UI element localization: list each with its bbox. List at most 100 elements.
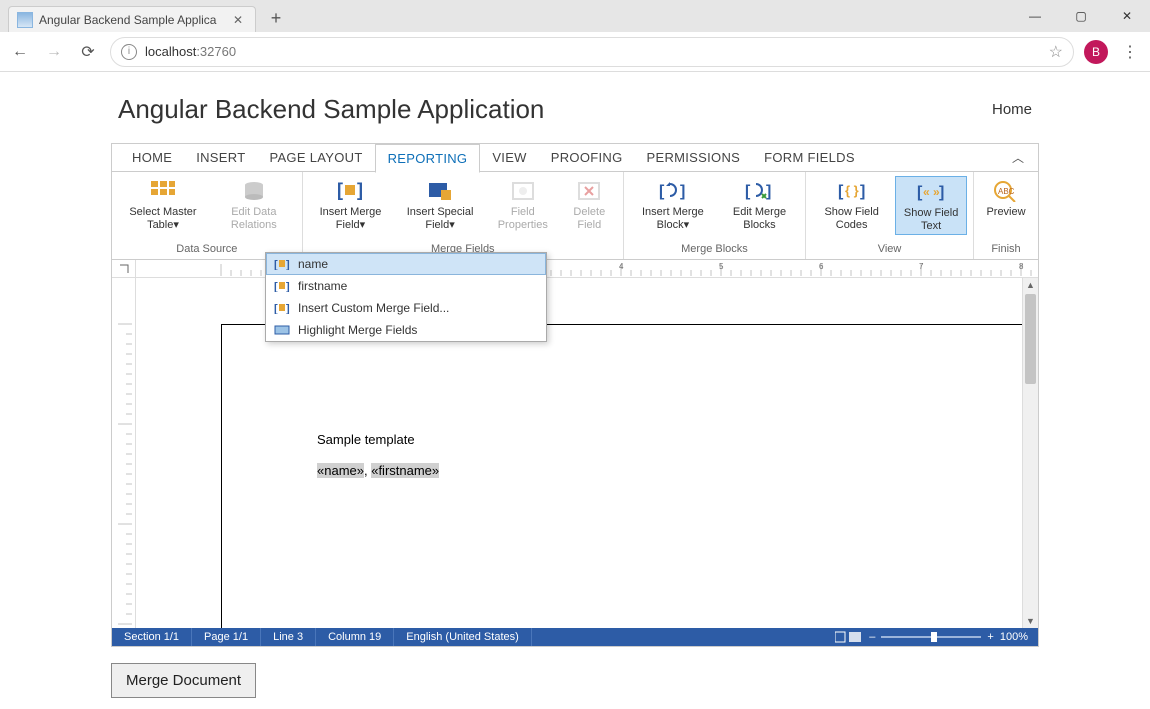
label: Insert Special Field▾ bbox=[400, 206, 480, 231]
layout-mode-icon[interactable] bbox=[835, 631, 863, 643]
ribbon-tab-page-layout[interactable]: PAGE LAYOUT bbox=[257, 144, 374, 171]
tab-favicon bbox=[17, 12, 33, 28]
svg-text:[: [ bbox=[659, 183, 665, 200]
label: Insert Custom Merge Field... bbox=[298, 301, 449, 315]
site-info-icon[interactable]: i bbox=[121, 44, 137, 60]
preview-button[interactable]: ABC Preview bbox=[980, 176, 1032, 221]
field-properties-button[interactable]: Field Properties bbox=[488, 176, 558, 233]
dropdown-item-name[interactable]: [] name bbox=[266, 253, 546, 275]
svg-text:[: [ bbox=[274, 281, 278, 292]
delete-field-button[interactable]: Delete Field bbox=[562, 176, 617, 233]
group-merge-blocks: [] Insert Merge Block▾ [] Edit Merge Blo… bbox=[624, 172, 806, 259]
profile-avatar[interactable]: B bbox=[1084, 40, 1108, 64]
status-language[interactable]: English (United States) bbox=[394, 628, 532, 646]
insert-merge-field-button[interactable]: [] Insert Merge Field▾ bbox=[309, 176, 393, 233]
ribbon-tab-proofing[interactable]: PROOFING bbox=[539, 144, 635, 171]
dropdown-item-highlight[interactable]: Highlight Merge Fields bbox=[266, 319, 546, 341]
svg-text:[: [ bbox=[274, 303, 278, 314]
scroll-down-icon[interactable]: ▼ bbox=[1023, 614, 1038, 628]
select-master-table-button[interactable]: Select Master Table▾ bbox=[118, 176, 208, 233]
url-host: localhost bbox=[145, 44, 196, 59]
reload-button[interactable]: ⟳ bbox=[76, 40, 100, 64]
vertical-scrollbar[interactable]: ▲ ▼ bbox=[1022, 278, 1038, 628]
dropdown-item-firstname[interactable]: [] firstname bbox=[266, 275, 546, 297]
app-title: Angular Backend Sample Application bbox=[118, 94, 544, 125]
ribbon-body: Select Master Table▾ Edit Data Relations… bbox=[112, 172, 1038, 260]
special-field-icon bbox=[425, 178, 455, 204]
label: Edit Merge Blocks bbox=[724, 206, 795, 231]
table-icon bbox=[148, 178, 178, 204]
browser-menu-icon[interactable]: ⋮ bbox=[1118, 42, 1142, 62]
maximize-icon[interactable]: ▢ bbox=[1058, 0, 1104, 32]
svg-text:]: ] bbox=[766, 183, 771, 200]
edit-merge-blocks-button[interactable]: [] Edit Merge Blocks bbox=[720, 176, 799, 233]
scroll-up-icon[interactable]: ▲ bbox=[1023, 278, 1038, 292]
svg-text:4: 4 bbox=[619, 262, 624, 271]
ribbon-tab-view[interactable]: VIEW bbox=[480, 144, 538, 171]
zoom-level[interactable]: 100% bbox=[1000, 631, 1028, 643]
svg-text:]: ] bbox=[357, 180, 363, 200]
field-icon: [] bbox=[274, 301, 290, 315]
new-tab-button[interactable]: + bbox=[266, 8, 286, 28]
status-column[interactable]: Column 19 bbox=[316, 628, 394, 646]
browser-addressbar: ← → ⟳ i localhost:32760 ☆ B ⋮ bbox=[0, 32, 1150, 72]
ribbon-tab-form-fields[interactable]: FORM FIELDS bbox=[752, 144, 867, 171]
ribbon-collapse-icon[interactable]: ︿ bbox=[998, 149, 1038, 166]
delete-icon bbox=[574, 178, 604, 204]
home-link[interactable]: Home bbox=[992, 101, 1032, 118]
browser-tab[interactable]: Angular Backend Sample Applica ✕ bbox=[8, 6, 256, 32]
status-right: – + 100% bbox=[825, 631, 1038, 643]
svg-text:]: ] bbox=[286, 259, 290, 270]
ribbon-tab-home[interactable]: HOME bbox=[120, 144, 184, 171]
svg-text:[: [ bbox=[745, 183, 751, 200]
svg-text:]: ] bbox=[286, 303, 290, 314]
merge-block-icon: [] bbox=[658, 178, 688, 204]
label: Delete Field bbox=[566, 206, 613, 231]
group-label: Merge Blocks bbox=[624, 241, 805, 259]
edit-data-relations-button[interactable]: Edit Data Relations bbox=[212, 176, 296, 233]
label: Field Properties bbox=[492, 206, 554, 231]
zoom-out-button[interactable]: – bbox=[869, 631, 875, 643]
label: Show Field Text bbox=[900, 207, 962, 232]
group-merge-fields: [] Insert Merge Field▾ Insert Special Fi… bbox=[303, 172, 624, 259]
status-page[interactable]: Page 1/1 bbox=[192, 628, 261, 646]
status-line[interactable]: Line 3 bbox=[261, 628, 316, 646]
svg-text:]: ] bbox=[286, 281, 290, 292]
show-field-codes-button[interactable]: [{ }] Show Field Codes bbox=[812, 176, 891, 233]
scrollbar-thumb[interactable] bbox=[1025, 294, 1036, 384]
ribbon-tab-reporting[interactable]: REPORTING bbox=[375, 144, 481, 173]
zoom-in-button[interactable]: + bbox=[987, 631, 993, 643]
insert-merge-field-dropdown: [] name [] firstname [] Insert Custom Me… bbox=[265, 252, 547, 342]
document-content[interactable]: Sample template «name», «firstname» bbox=[317, 430, 439, 482]
svg-text:ABC: ABC bbox=[998, 187, 1015, 196]
close-tab-icon[interactable]: ✕ bbox=[229, 13, 247, 27]
dropdown-item-custom[interactable]: [] Insert Custom Merge Field... bbox=[266, 297, 546, 319]
ribbon-tab-permissions[interactable]: PERMISSIONS bbox=[635, 144, 753, 171]
ribbon-tab-insert[interactable]: INSERT bbox=[184, 144, 257, 171]
merge-document-button[interactable]: Merge Document bbox=[111, 663, 256, 698]
preview-icon: ABC bbox=[991, 178, 1021, 204]
merge-field-name[interactable]: «name» bbox=[317, 463, 364, 478]
status-section[interactable]: Section 1/1 bbox=[112, 628, 192, 646]
vertical-ruler[interactable] bbox=[112, 278, 136, 628]
field-codes-icon: [{ }] bbox=[837, 178, 867, 204]
insert-special-field-button[interactable]: Insert Special Field▾ bbox=[396, 176, 484, 233]
url-port: :32760 bbox=[196, 44, 236, 59]
url-field[interactable]: i localhost:32760 ☆ bbox=[110, 37, 1074, 67]
minimize-icon[interactable]: — bbox=[1012, 0, 1058, 32]
merge-field-icon: [] bbox=[335, 178, 365, 204]
label: Preview bbox=[986, 206, 1025, 219]
merge-field-firstname[interactable]: «firstname» bbox=[371, 463, 439, 478]
svg-text:6: 6 bbox=[819, 262, 824, 271]
insert-merge-block-button[interactable]: [] Insert Merge Block▾ bbox=[630, 176, 716, 233]
back-button[interactable]: ← bbox=[8, 40, 32, 64]
editor: HOME INSERT PAGE LAYOUT REPORTING VIEW P… bbox=[111, 143, 1039, 647]
show-field-text-button[interactable]: [« »] Show Field Text bbox=[895, 176, 967, 235]
ruler-corner[interactable] bbox=[112, 260, 136, 277]
forward-button[interactable]: → bbox=[42, 40, 66, 64]
zoom-slider[interactable] bbox=[881, 636, 981, 638]
group-label: View bbox=[806, 241, 973, 259]
bookmark-star-icon[interactable]: ☆ bbox=[1049, 42, 1063, 62]
label: name bbox=[298, 257, 328, 271]
close-window-icon[interactable]: ✕ bbox=[1104, 0, 1150, 32]
